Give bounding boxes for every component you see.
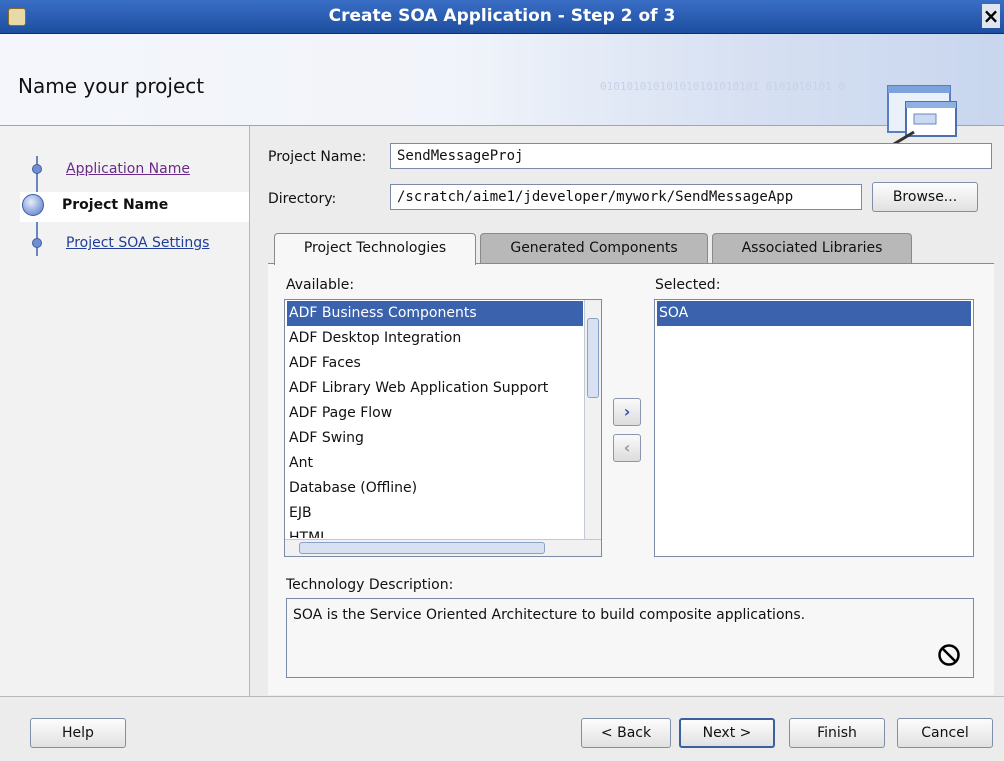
- tab-project-technologies[interactable]: Project Technologies: [274, 233, 476, 265]
- list-item[interactable]: HTML: [287, 526, 583, 538]
- finish-button[interactable]: Finish: [789, 718, 885, 748]
- nav-step-project-name[interactable]: Project Name: [20, 192, 249, 222]
- list-item[interactable]: ADF Swing: [287, 426, 583, 451]
- selected-label: Selected:: [655, 277, 721, 293]
- list-item[interactable]: ADF Desktop Integration: [287, 326, 583, 351]
- tab-generated-components[interactable]: Generated Components: [480, 233, 708, 263]
- list-item[interactable]: EJB: [287, 501, 583, 526]
- list-item[interactable]: Ant: [287, 451, 583, 476]
- list-item[interactable]: ADF Library Web Application Support: [287, 376, 583, 401]
- available-horizontal-scrollbar[interactable]: [285, 539, 601, 556]
- page-title: Name your project: [18, 74, 205, 98]
- cancel-button[interactable]: Cancel: [897, 718, 993, 748]
- tab-associated-libraries[interactable]: Associated Libraries: [712, 233, 912, 263]
- nav-step-label: Project Name: [62, 197, 169, 213]
- scroll-thumb[interactable]: [587, 318, 599, 398]
- header-banner: Name your project 0101010101010101010101…: [0, 34, 1004, 152]
- wizard-steps-nav: Application Name Project Name Project SO…: [0, 126, 250, 696]
- back-button[interactable]: < Back: [581, 718, 671, 748]
- close-icon[interactable]: ×: [982, 4, 1000, 28]
- available-vertical-scrollbar[interactable]: [584, 300, 601, 540]
- no-sign-icon: [938, 644, 960, 666]
- technology-description-text: SOA is the Service Oriented Architecture…: [293, 607, 806, 623]
- scroll-thumb[interactable]: [299, 542, 545, 554]
- technology-description-label: Technology Description:: [286, 577, 454, 593]
- list-item[interactable]: ADF Faces: [287, 351, 583, 376]
- move-right-button[interactable]: ›: [613, 398, 641, 426]
- selected-listbox[interactable]: SOA: [654, 299, 974, 557]
- help-button[interactable]: Help: [30, 718, 126, 748]
- list-item[interactable]: Database (Offline): [287, 476, 583, 501]
- list-item[interactable]: SOA: [657, 301, 971, 326]
- move-left-button[interactable]: ‹: [613, 434, 641, 462]
- directory-label: Directory:: [268, 191, 337, 207]
- step-dot-icon: [32, 164, 42, 174]
- wizard-window-icon: [884, 85, 957, 152]
- browse-button[interactable]: Browse...: [872, 182, 978, 212]
- title-bar: Create SOA Application - Step 2 of 3 ×: [0, 0, 1004, 34]
- project-name-label: Project Name:: [268, 149, 367, 165]
- current-step-icon: [22, 194, 44, 216]
- available-label: Available:: [286, 277, 355, 293]
- window-title: Create SOA Application - Step 2 of 3: [328, 6, 676, 26]
- nav-step-label[interactable]: Application Name: [66, 161, 190, 177]
- list-item[interactable]: ADF Business Components: [287, 301, 583, 326]
- list-item[interactable]: ADF Page Flow: [287, 401, 583, 426]
- nav-step-label[interactable]: Project SOA Settings: [66, 235, 209, 251]
- step-dot-icon: [32, 238, 42, 248]
- decorative-binary-text: 010101010101010101010101 0101010101 0: [600, 80, 846, 93]
- available-listbox[interactable]: ADF Business Components ADF Desktop Inte…: [284, 299, 602, 557]
- project-name-input[interactable]: SendMessageProj: [390, 143, 992, 169]
- technology-description-box: SOA is the Service Oriented Architecture…: [286, 598, 974, 678]
- nav-step-application-name[interactable]: Application Name: [24, 156, 248, 186]
- next-button[interactable]: Next >: [679, 718, 775, 748]
- nav-step-project-soa-settings[interactable]: Project SOA Settings: [24, 230, 248, 260]
- directory-input[interactable]: /scratch/aime1/jdeveloper/mywork/SendMes…: [390, 184, 862, 210]
